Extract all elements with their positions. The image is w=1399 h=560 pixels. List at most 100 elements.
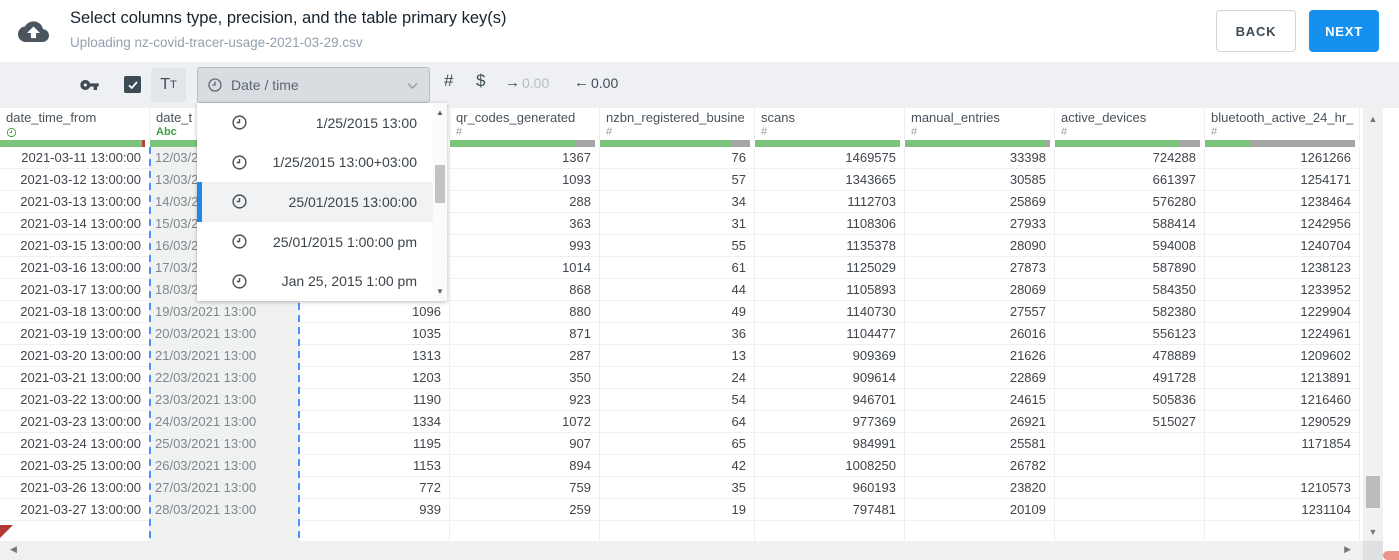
cell[interactable]: 1242956 xyxy=(1205,213,1360,234)
cell[interactable]: 20109 xyxy=(905,499,1055,520)
format-option[interactable]: 1/25/2015 13:00+03:00 xyxy=(197,143,447,183)
column-header-manual_entries[interactable]: manual_entries # xyxy=(905,108,1055,140)
cell[interactable]: 894 xyxy=(450,455,600,476)
cell[interactable]: 1014 xyxy=(450,257,600,278)
cell[interactable]: 946701 xyxy=(755,389,905,410)
cell[interactable]: 2021-03-15 13:00:00 xyxy=(0,235,150,256)
cell[interactable]: 2021-03-19 13:00:00 xyxy=(0,323,150,344)
cell[interactable]: 1334 xyxy=(300,411,450,432)
cell[interactable]: 1135378 xyxy=(755,235,905,256)
cell[interactable]: 26921 xyxy=(905,411,1055,432)
cell[interactable]: 24/03/2021 13:00 xyxy=(150,411,300,432)
cell[interactable]: 1093 xyxy=(450,169,600,190)
cell[interactable]: 2021-03-11 13:00:00 xyxy=(0,147,150,168)
cell[interactable]: 19/03/2021 13:00 xyxy=(150,301,300,322)
cell[interactable]: 24 xyxy=(600,367,755,388)
cell[interactable]: 1104477 xyxy=(755,323,905,344)
cell[interactable]: 64 xyxy=(600,411,755,432)
cell[interactable]: 1290529 xyxy=(1205,411,1360,432)
cell[interactable]: 984991 xyxy=(755,433,905,454)
cell[interactable]: 759 xyxy=(450,477,600,498)
cell[interactable]: 1171854 xyxy=(1205,433,1360,454)
increase-precision-button[interactable]: → 0.00 xyxy=(505,74,549,91)
cell[interactable]: 515027 xyxy=(1055,411,1205,432)
cell[interactable]: 28069 xyxy=(905,279,1055,300)
vertical-scroll-thumb[interactable] xyxy=(1366,476,1380,508)
cell[interactable]: 491728 xyxy=(1055,367,1205,388)
scroll-up-arrow[interactable]: ▲ xyxy=(433,108,447,117)
cell[interactable]: 724288 xyxy=(1055,147,1205,168)
cell[interactable]: 30585 xyxy=(905,169,1055,190)
cell[interactable]: 57 xyxy=(600,169,755,190)
cell[interactable]: 1343665 xyxy=(755,169,905,190)
scroll-down-arrow[interactable]: ▼ xyxy=(433,287,447,296)
cell[interactable]: 1203 xyxy=(300,367,450,388)
cell[interactable]: 25581 xyxy=(905,433,1055,454)
cell[interactable]: 880 xyxy=(450,301,600,322)
cell[interactable]: 1125029 xyxy=(755,257,905,278)
cell[interactable]: 1216460 xyxy=(1205,389,1360,410)
primary-key-icon[interactable] xyxy=(78,75,101,95)
cell[interactable]: 27/03/2021 13:00 xyxy=(150,477,300,498)
cell[interactable]: 1367 xyxy=(450,147,600,168)
cell[interactable]: 556123 xyxy=(1055,323,1205,344)
cell[interactable]: 1224961 xyxy=(1205,323,1360,344)
cell[interactable]: 54 xyxy=(600,389,755,410)
cell[interactable]: 505836 xyxy=(1055,389,1205,410)
scroll-down-arrow[interactable]: ▼ xyxy=(1363,527,1383,537)
cell[interactable]: 28/03/2021 13:00 xyxy=(150,499,300,520)
cell[interactable]: 26/03/2021 13:00 xyxy=(150,455,300,476)
cell[interactable]: 960193 xyxy=(755,477,905,498)
cell[interactable] xyxy=(1055,455,1205,476)
dropdown-scroll-thumb[interactable] xyxy=(435,165,445,203)
cell[interactable]: 909614 xyxy=(755,367,905,388)
cell[interactable]: 2021-03-27 13:00:00 xyxy=(0,499,150,520)
horizontal-scrollbar[interactable]: ◀ ▶ xyxy=(0,541,1363,560)
decrease-precision-button[interactable]: ← 0.00 xyxy=(574,74,618,91)
cell[interactable]: 22869 xyxy=(905,367,1055,388)
cell[interactable]: 588414 xyxy=(1055,213,1205,234)
cell[interactable]: 1233952 xyxy=(1205,279,1360,300)
cell[interactable]: 1209602 xyxy=(1205,345,1360,366)
cell[interactable]: 871 xyxy=(450,323,600,344)
cell[interactable]: 22/03/2021 13:00 xyxy=(150,367,300,388)
cell[interactable]: 287 xyxy=(450,345,600,366)
cell[interactable]: 23/03/2021 13:00 xyxy=(150,389,300,410)
format-option[interactable]: 25/01/2015 1:00:00 pm xyxy=(197,222,447,262)
cell[interactable]: 33398 xyxy=(905,147,1055,168)
cell[interactable]: 2021-03-25 13:00:00 xyxy=(0,455,150,476)
cell[interactable]: 2021-03-22 13:00:00 xyxy=(0,389,150,410)
column-header-qr_codes_generated[interactable]: qr_codes_generated # xyxy=(450,108,600,140)
cell[interactable]: 25869 xyxy=(905,191,1055,212)
boolean-type-checkbox[interactable] xyxy=(124,76,141,93)
cell[interactable]: 1229904 xyxy=(1205,301,1360,322)
cell[interactable]: 939 xyxy=(300,499,450,520)
number-type-button[interactable]: # xyxy=(444,71,453,91)
cell[interactable]: 288 xyxy=(450,191,600,212)
cell[interactable]: 1008250 xyxy=(755,455,905,476)
dropdown-scrollbar[interactable]: ▲ ▼ xyxy=(433,103,447,301)
cell[interactable]: 1195 xyxy=(300,433,450,454)
cell[interactable]: 76 xyxy=(600,147,755,168)
cell[interactable]: 13 xyxy=(600,345,755,366)
cell[interactable]: 1072 xyxy=(450,411,600,432)
cell[interactable]: 363 xyxy=(450,213,600,234)
cell[interactable]: 2021-03-23 13:00:00 xyxy=(0,411,150,432)
cell[interactable]: 19 xyxy=(600,499,755,520)
cell[interactable]: 1231104 xyxy=(1205,499,1360,520)
cell[interactable]: 907 xyxy=(450,433,600,454)
cell[interactable]: 1153 xyxy=(300,455,450,476)
cell[interactable]: 34 xyxy=(600,191,755,212)
cell[interactable]: 993 xyxy=(450,235,600,256)
cell[interactable]: 661397 xyxy=(1055,169,1205,190)
cell[interactable]: 49 xyxy=(600,301,755,322)
column-header-scans[interactable]: scans # xyxy=(755,108,905,140)
cell[interactable]: 36 xyxy=(600,323,755,344)
cell[interactable]: 27933 xyxy=(905,213,1055,234)
cell[interactable]: 576280 xyxy=(1055,191,1205,212)
cell[interactable]: 868 xyxy=(450,279,600,300)
next-button[interactable]: NEXT xyxy=(1309,10,1379,52)
scroll-right-arrow[interactable]: ▶ xyxy=(1344,544,1351,555)
text-type-button[interactable]: TT xyxy=(151,68,186,102)
cell[interactable]: 977369 xyxy=(755,411,905,432)
